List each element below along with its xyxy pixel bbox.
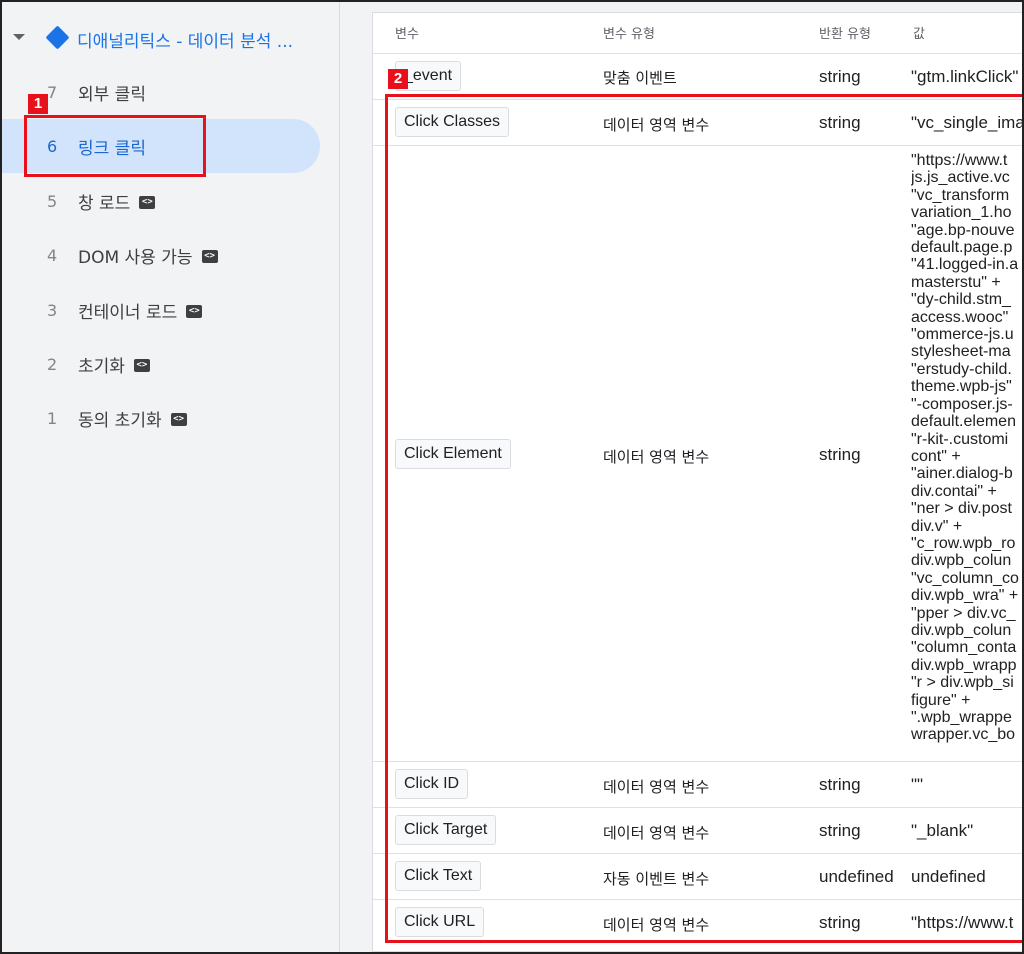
header-return-type: 반환 유형 [819, 27, 871, 42]
caret-down-icon[interactable] [13, 34, 25, 40]
annotation-tag-1: 1 [28, 94, 48, 114]
event-label: 외부 클릭 [78, 84, 146, 105]
event-label: 링크 클릭 [78, 138, 146, 159]
event-label: DOM 사용 가능 <> [78, 243, 218, 268]
value-cell: "https://www.t [911, 913, 1014, 932]
screenshot-frame: 디애널리틱스 - 데이터 분석 ... 7 외부 클릭 6 링크 클릭 5 창 … [0, 0, 1024, 954]
value-cell: "" [911, 775, 924, 794]
value-cell: "gtm.linkClick" [911, 67, 1019, 86]
variable-chip[interactable]: Click Element [395, 439, 511, 469]
event-item-dom-ready[interactable]: 4 DOM 사용 가능 <> [2, 228, 320, 282]
event-item-container-loaded[interactable]: 3 컨테이너 로드 <> [2, 283, 320, 337]
variable-chip[interactable]: Click Text [395, 861, 482, 891]
return-type-cell: string [819, 913, 861, 932]
variable-type-cell: 데이터 영역 변수 [603, 116, 710, 134]
header-value: 값 [913, 27, 925, 42]
event-item-link-click[interactable]: 6 링크 클릭 [2, 119, 320, 173]
annotation-tag-2: 2 [388, 69, 408, 89]
event-number: 6 [47, 136, 58, 156]
event-number: 5 [47, 191, 58, 211]
event-label: 컨테이너 로드 <> [78, 298, 203, 323]
code-icon: <> [139, 196, 156, 209]
table-row: Click Target 데이터 영역 변수 string "_blank" [373, 807, 1022, 853]
event-label: 초기화 <> [78, 352, 150, 377]
return-type-cell: string [819, 445, 861, 464]
table-row: Click ID 데이터 영역 변수 string "" [373, 761, 1022, 807]
event-number: 3 [47, 300, 58, 320]
variable-type-cell: 맞춤 이벤트 [603, 69, 677, 87]
variable-type-cell: 데이터 영역 변수 [603, 778, 710, 796]
table-row: Click Classes 데이터 영역 변수 string "vc_singl… [373, 99, 1024, 145]
event-label-text: DOM 사용 가능 [78, 247, 193, 268]
table-row: Click Element 데이터 영역 변수 string "https://… [373, 145, 1022, 761]
variable-chip[interactable]: Click Target [395, 815, 497, 845]
event-label-text: 초기화 [78, 356, 125, 377]
event-number: 4 [47, 245, 58, 265]
event-label-text: 컨테이너 로드 [78, 302, 178, 323]
variable-chip[interactable]: Click Classes [395, 107, 510, 137]
return-type-cell: undefined [819, 867, 894, 886]
table-row: _event 맞춤 이벤트 string "gtm.linkClick" [373, 53, 1022, 99]
event-number: 1 [47, 408, 58, 428]
event-item-window-loaded[interactable]: 5 창 로드 <> [2, 174, 320, 228]
variable-type-cell: 데이터 영역 변수 [603, 824, 710, 842]
event-number: 2 [47, 354, 58, 374]
container-title: 디애널리틱스 - 데이터 분석 ... [77, 32, 294, 52]
event-label: 창 로드 <> [78, 189, 156, 214]
variable-chip[interactable]: Click ID [395, 769, 469, 799]
table-row: Click Text 자동 이벤트 변수 undefined undefined [373, 853, 1022, 899]
variable-chip[interactable]: Click URL [395, 907, 485, 937]
value-cell: "https://www.t js.js_active.vc "vc_trans… [911, 152, 1019, 744]
header-variable: 변수 [395, 27, 419, 42]
event-item-outbound-click[interactable]: 7 외부 클릭 [2, 65, 320, 119]
code-icon: <> [186, 305, 203, 318]
return-type-cell: string [819, 775, 861, 794]
variable-type-cell: 데이터 영역 변수 [603, 448, 710, 466]
code-icon: <> [201, 250, 218, 263]
return-type-cell: string [819, 67, 861, 86]
event-label-text: 동의 초기화 [78, 410, 162, 431]
value-cell: undefined [911, 867, 986, 886]
event-number: 7 [47, 82, 58, 102]
container-row[interactable]: 디애널리틱스 - 데이터 분석 ... [2, 20, 340, 56]
table-row: Click URL 데이터 영역 변수 string "https://www.… [373, 899, 1022, 945]
value-cell: "vc_single_ima [911, 113, 1024, 132]
variable-type-cell: 자동 이벤트 변수 [603, 870, 710, 888]
code-icon: <> [133, 359, 150, 372]
return-type-cell: string [819, 821, 861, 840]
code-icon: <> [170, 413, 187, 426]
return-type-cell: string [819, 113, 861, 132]
header-variable-type: 변수 유형 [603, 27, 655, 42]
event-label: 동의 초기화 <> [78, 406, 187, 431]
value-cell: "_blank" [911, 821, 974, 840]
event-sidebar: 디애널리틱스 - 데이터 분석 ... 7 외부 클릭 6 링크 클릭 5 창 … [2, 2, 340, 952]
variables-table: 변수 변수 유형 반환 유형 값 _event 맞춤 이벤트 string "g… [372, 12, 1024, 952]
event-label-text: 창 로드 [78, 193, 131, 214]
container-diamond-icon [45, 25, 70, 50]
event-item-consent-initialization[interactable]: 1 동의 초기화 <> [2, 391, 320, 445]
variable-type-cell: 데이터 영역 변수 [603, 916, 710, 934]
event-item-initialization[interactable]: 2 초기화 <> [2, 337, 320, 391]
main-panel: 변수 변수 유형 반환 유형 값 _event 맞춤 이벤트 string "g… [340, 2, 1024, 952]
